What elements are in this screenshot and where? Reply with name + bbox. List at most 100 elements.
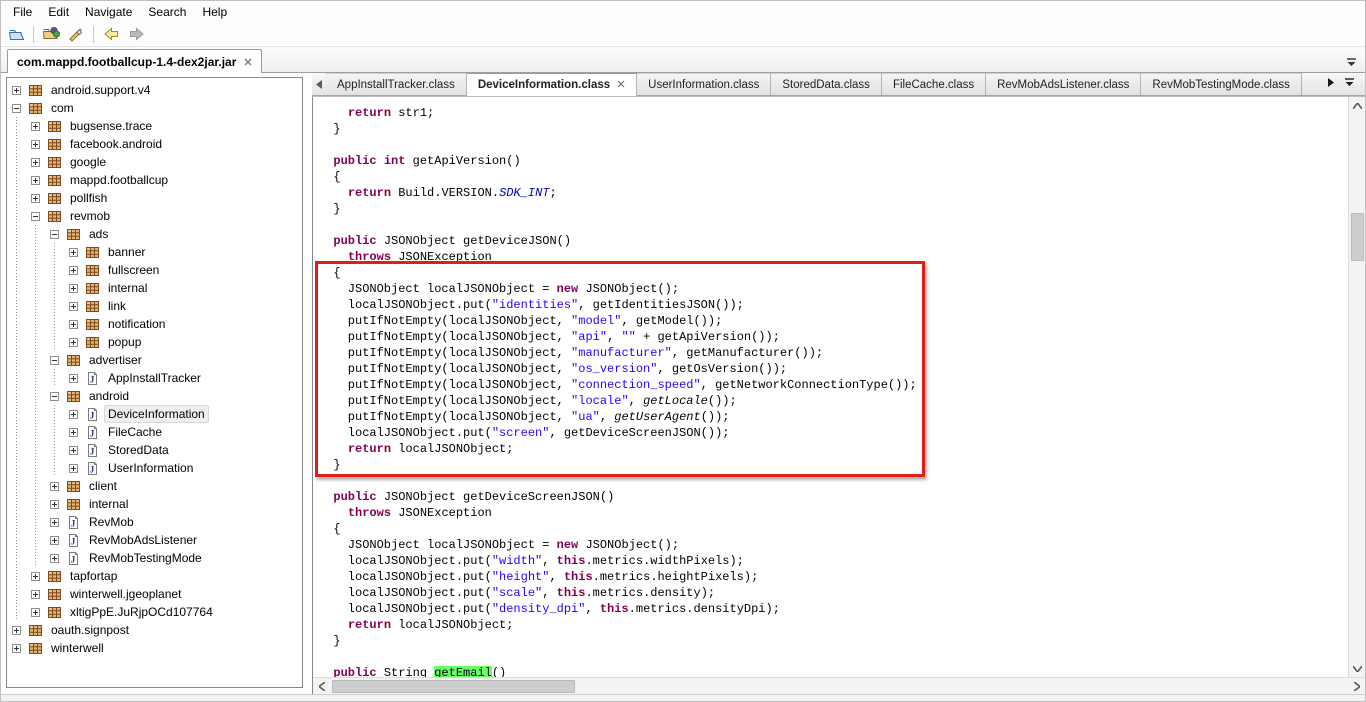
tree-item-revmobadslistener[interactable]: JRevMobAdsListener	[7, 531, 302, 549]
tree-item-deviceinformation[interactable]: JDeviceInformation	[7, 405, 302, 423]
menu-search[interactable]: Search	[140, 3, 194, 21]
tree-item-ads[interactable]: ads	[7, 225, 302, 243]
expand-icon[interactable]	[64, 369, 83, 387]
back-icon[interactable]	[100, 24, 122, 45]
tree-item-popup[interactable]: popup	[7, 333, 302, 351]
tabs-scroll-right-icon[interactable]	[1328, 78, 1334, 90]
expand-icon[interactable]	[7, 621, 26, 639]
tree-item-bugsense-trace[interactable]: bugsense.trace	[7, 117, 302, 135]
tab-deviceinformation-class[interactable]: DeviceInformation.class	[467, 73, 637, 96]
tree-item-android[interactable]: android	[7, 387, 302, 405]
expand-icon[interactable]	[45, 513, 64, 531]
horizontal-scrollbar[interactable]	[313, 677, 1365, 694]
menu-file[interactable]: File	[5, 3, 40, 21]
collapse-icon[interactable]	[7, 99, 26, 117]
expand-icon[interactable]	[26, 171, 45, 189]
tabs-scroll-left-icon[interactable]	[312, 73, 326, 95]
expand-icon[interactable]	[64, 423, 83, 441]
menu-edit[interactable]: Edit	[40, 3, 77, 21]
close-icon[interactable]	[244, 55, 252, 69]
source-code[interactable]: return str1; } public int getApiVersion(…	[313, 97, 1348, 677]
tree-item-mappd-footballcup[interactable]: mappd.footballcup	[7, 171, 302, 189]
tab-filecache-class[interactable]: FileCache.class	[882, 73, 986, 95]
tree-item-notification[interactable]: notification	[7, 315, 302, 333]
forward-icon[interactable]	[125, 24, 147, 45]
tree-item-internal[interactable]: internal	[7, 495, 302, 513]
tab-appinstalltracker-class[interactable]: AppInstallTracker.class	[326, 73, 467, 95]
tree-item-google[interactable]: google	[7, 153, 302, 171]
tree-item-filecache[interactable]: JFileCache	[7, 423, 302, 441]
tree-item-revmob[interactable]: revmob	[7, 207, 302, 225]
expand-icon[interactable]	[64, 441, 83, 459]
tree-item-com[interactable]: com	[7, 99, 302, 117]
tab-revmobtestingmode-class[interactable]: RevMobTestingMode.class	[1141, 73, 1301, 95]
tab-storeddata-class[interactable]: StoredData.class	[771, 73, 882, 95]
expand-icon[interactable]	[26, 117, 45, 135]
collapse-icon[interactable]	[26, 207, 45, 225]
scroll-up-icon[interactable]	[1349, 97, 1365, 114]
expand-icon[interactable]	[64, 279, 83, 297]
scroll-left-icon[interactable]	[313, 678, 330, 694]
expand-icon[interactable]	[64, 243, 83, 261]
tree-item-banner[interactable]: banner	[7, 243, 302, 261]
open-file-icon[interactable]	[5, 24, 27, 45]
tree-item-revmob[interactable]: JRevMob	[7, 513, 302, 531]
collapse-icon[interactable]	[45, 387, 64, 405]
tree-item-advertiser[interactable]: advertiser	[7, 351, 302, 369]
expand-icon[interactable]	[45, 531, 64, 549]
tree-item-xltigppe-jurjpocd107764[interactable]: xltigPpE.JuRjpOCd107764	[7, 603, 302, 621]
tree-item-link[interactable]: link	[7, 297, 302, 315]
expand-icon[interactable]	[64, 297, 83, 315]
tree-item-pollfish[interactable]: pollfish	[7, 189, 302, 207]
expand-icon[interactable]	[64, 333, 83, 351]
expand-icon[interactable]	[64, 315, 83, 333]
panel-splitter[interactable]	[303, 73, 312, 694]
expand-icon[interactable]	[26, 567, 45, 585]
scroll-down-icon[interactable]	[1349, 660, 1365, 677]
package-tree-panel[interactable]: android.support.v4combugsense.tracefaceb…	[6, 77, 303, 688]
vertical-scrollbar[interactable]	[1348, 97, 1365, 677]
expand-icon[interactable]	[64, 261, 83, 279]
expand-icon[interactable]	[64, 459, 83, 477]
tree-item-fullscreen[interactable]: fullscreen	[7, 261, 302, 279]
open-type-icon[interactable]	[40, 24, 62, 45]
tab-list-dropdown-icon[interactable]	[1344, 78, 1355, 90]
expand-icon[interactable]	[26, 585, 45, 603]
menu-help[interactable]: Help	[194, 3, 235, 21]
close-icon[interactable]	[617, 79, 625, 91]
tree-item-winterwell[interactable]: winterwell	[7, 639, 302, 657]
tree-item-tapfortap[interactable]: tapfortap	[7, 567, 302, 585]
tree-item-client[interactable]: client	[7, 477, 302, 495]
collapse-icon[interactable]	[45, 351, 64, 369]
horizontal-scroll-thumb[interactable]	[332, 680, 575, 693]
expand-icon[interactable]	[45, 477, 64, 495]
tree-item-internal[interactable]: internal	[7, 279, 302, 297]
tree-item-revmobtestingmode[interactable]: JRevMobTestingMode	[7, 549, 302, 567]
tree-item-facebook-android[interactable]: facebook.android	[7, 135, 302, 153]
scroll-right-icon[interactable]	[1348, 678, 1365, 694]
expand-icon[interactable]	[45, 495, 64, 513]
search-icon[interactable]	[65, 24, 87, 45]
tree-item-oauth-signpost[interactable]: oauth.signpost	[7, 621, 302, 639]
tab-list-dropdown-icon[interactable]	[1346, 54, 1357, 72]
expand-icon[interactable]	[7, 81, 26, 99]
expand-icon[interactable]	[7, 639, 26, 657]
menu-navigate[interactable]: Navigate	[77, 3, 140, 21]
tab-userinformation-class[interactable]: UserInformation.class	[637, 73, 771, 95]
vertical-scroll-thumb[interactable]	[1351, 213, 1364, 261]
expand-icon[interactable]	[26, 189, 45, 207]
expand-icon[interactable]	[26, 603, 45, 621]
tab-revmobadslistener-class[interactable]: RevMobAdsListener.class	[986, 73, 1141, 95]
tree-item-appinstalltracker[interactable]: JAppInstallTracker	[7, 369, 302, 387]
expand-icon[interactable]	[45, 549, 64, 567]
code-viewer[interactable]: return str1; } public int getApiVersion(…	[312, 96, 1365, 694]
expand-icon[interactable]	[64, 405, 83, 423]
tree-item-android-support-v4[interactable]: android.support.v4	[7, 81, 302, 99]
tree-item-winterwell-jgeoplanet[interactable]: winterwell.jgeoplanet	[7, 585, 302, 603]
tree-item-storeddata[interactable]: JStoredData	[7, 441, 302, 459]
expand-icon[interactable]	[26, 135, 45, 153]
jar-tab[interactable]: com.mappd.footballcup-1.4-dex2jar.jar	[7, 49, 262, 73]
tree-item-userinformation[interactable]: JUserInformation	[7, 459, 302, 477]
expand-icon[interactable]	[26, 153, 45, 171]
collapse-icon[interactable]	[45, 225, 64, 243]
